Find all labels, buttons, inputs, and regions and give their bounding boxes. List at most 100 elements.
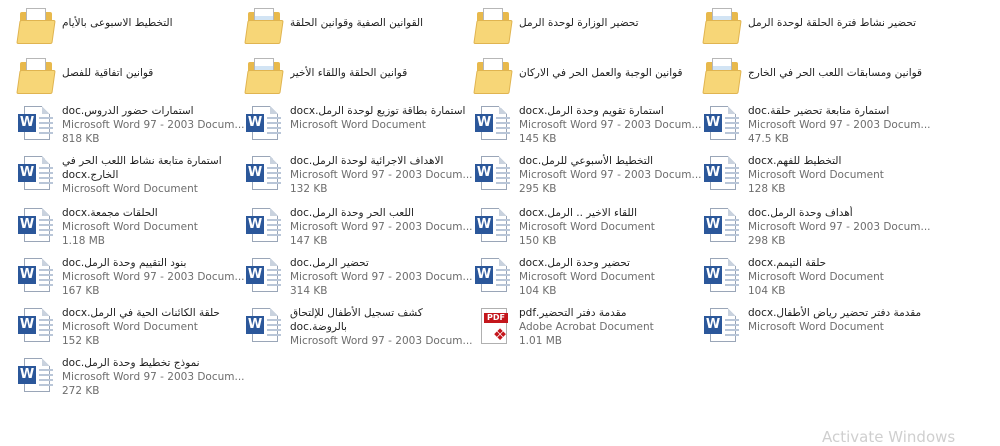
file-item[interactable]: W اللعب الحر وحدة الرمل.doc Microsoft Word… <box>246 206 474 254</box>
item-size: 1.18 MB <box>62 235 105 247</box>
item-name: استمارة متابعة نشاط اللعب الحر في الخارج… <box>62 155 222 181</box>
word-file-icon: W <box>475 154 511 198</box>
file-item[interactable]: W الحلقات مجمعة.docx Microsoft Word Docume… <box>18 206 246 254</box>
item-size: 145 KB <box>519 133 557 145</box>
file-item[interactable]: W اللقاء الاخير .. الرمل.docx Microsoft Wo… <box>475 206 703 254</box>
item-text: استمارات حضور الدروس.doc Microsoft Word 9… <box>62 104 246 146</box>
item-name: مقدمة دفتر التحضير.pdf <box>519 307 627 319</box>
word-file-icon: W <box>18 206 54 250</box>
item-text: القوانين الصفية وقوانين الحلقة <box>290 8 474 30</box>
item-text: قوانين اتفاقية للفصل <box>62 58 246 80</box>
folder-icon <box>16 58 56 102</box>
folder-item[interactable]: تحضير الوزارة لوحدة الرمل <box>473 8 703 56</box>
word-file-icon: W <box>704 104 740 148</box>
folder-item[interactable]: التخطيط الاسبوعى بالأيام <box>16 8 246 56</box>
item-type: Microsoft Word Document <box>519 221 655 233</box>
item-type: Adobe Acrobat Document <box>519 321 654 333</box>
file-item[interactable]: W التخطيط الأسبوعي للرمل.doc Microsoft Wor… <box>475 154 703 202</box>
word-file-icon: W <box>18 356 54 400</box>
file-item[interactable]: PDF ❖ مقدمة دفتر التحضير.pdf Adobe Acrobat … <box>475 306 703 354</box>
file-item[interactable]: W استمارة بطاقة توزيع لوحدة الرمل.docx Mic… <box>246 104 474 152</box>
item-text: حلقة الكائنات الحية في الرمل.docx Microso… <box>62 306 246 348</box>
activation-watermark: Activate Windows <box>822 428 956 446</box>
item-name: التخطيط الاسبوعى بالأيام <box>62 17 173 29</box>
file-item[interactable]: W حلقة الكائنات الحية في الرمل.docx Micros… <box>18 306 246 354</box>
item-size: 1.01 MB <box>519 335 562 347</box>
item-type: Microsoft Word Document <box>519 271 655 283</box>
file-item[interactable]: W الاهداف الاجرائية لوحدة الرمل.doc Micros… <box>246 154 474 202</box>
item-text: حلقة التيمم.docx Microsoft Word Document 1… <box>748 256 932 298</box>
folder-item[interactable]: قوانين اتفاقية للفصل <box>16 58 246 106</box>
folder-icon <box>473 58 513 102</box>
item-name: حلقة الكائنات الحية في الرمل.docx <box>62 307 220 319</box>
item-size: 818 KB <box>62 133 100 145</box>
item-text: استمارة متابعة نشاط اللعب الحر في الخارج… <box>62 154 246 196</box>
item-size: 147 KB <box>290 235 328 247</box>
item-type: Microsoft Word 97 - 2003 Docum... <box>290 221 473 233</box>
item-name: قوانين اتفاقية للفصل <box>62 67 154 79</box>
item-name: استمارة تقويم وحدة الرمل.docx <box>519 105 664 117</box>
item-size: 104 KB <box>748 285 786 297</box>
file-item[interactable]: W حلقة التيمم.docx Microsoft Word Document… <box>704 256 932 304</box>
folder-icon <box>473 8 513 52</box>
item-name: نموذج تخطيط وحدة الرمل.doc <box>62 357 200 369</box>
folder-item[interactable]: قوانين الوجبة والعمل الحر في الاركان <box>473 58 703 106</box>
item-name: استمارة بطاقة توزيع لوحدة الرمل.docx <box>290 105 466 117</box>
file-item[interactable]: W بنود التقييم وحدة الرمل.doc Microsoft Wo… <box>18 256 246 304</box>
folder-item[interactable]: تحضير نشاط فترة الحلقة لوحدة الرمل <box>702 8 932 56</box>
file-item[interactable]: W أهداف وحدة الرمل.doc Microsoft Word 97 -… <box>704 206 932 254</box>
item-name: قوانين الحلقة واللقاء الأخير <box>290 67 408 79</box>
item-text: التخطيط الأسبوعي للرمل.doc Microsoft Word… <box>519 154 703 196</box>
word-file-icon: W <box>246 206 282 250</box>
item-size: 152 KB <box>62 335 100 347</box>
folder-icon <box>702 58 742 102</box>
folder-item[interactable]: القوانين الصفية وقوانين الحلقة <box>244 8 474 56</box>
item-size: 104 KB <box>519 285 557 297</box>
item-text: تحضير الوزارة لوحدة الرمل <box>519 8 703 30</box>
item-name: بنود التقييم وحدة الرمل.doc <box>62 257 187 269</box>
item-type: Microsoft Word 97 - 2003 Docum... <box>290 271 473 283</box>
item-text: الاهداف الاجرائية لوحدة الرمل.doc Microso… <box>290 154 474 196</box>
file-item[interactable]: W استمارات حضور الدروس.doc Microsoft Word … <box>18 104 246 152</box>
word-file-icon: W <box>246 306 282 350</box>
word-file-icon: W <box>475 256 511 300</box>
item-type: Microsoft Word 97 - 2003 Docum... <box>62 119 245 131</box>
file-item[interactable]: W استمارة متابعة نشاط اللعب الحر في الخار… <box>18 154 246 202</box>
item-name: استمارات حضور الدروس.doc <box>62 105 194 117</box>
item-text: استمارة تقويم وحدة الرمل.docx Microsoft W… <box>519 104 703 146</box>
word-file-icon: W <box>704 256 740 300</box>
item-text: مقدمة دفتر التحضير.pdf Adobe Acrobat Docu… <box>519 306 703 348</box>
word-file-icon: W <box>475 104 511 148</box>
file-item[interactable]: W التخطيط للفهم.docx Microsoft Word Docume… <box>704 154 932 202</box>
folder-item[interactable]: قوانين ومسابقات اللعب الحر في الخارج <box>702 58 932 106</box>
item-type: Microsoft Word Document <box>62 321 198 333</box>
item-type: Microsoft Word 97 - 2003 Docum... <box>519 169 702 181</box>
item-size: 272 KB <box>62 385 100 397</box>
item-type: Microsoft Word Document <box>290 119 426 131</box>
item-size: 132 KB <box>290 183 328 195</box>
file-item[interactable]: W تحضير وحدة الرمل.docx Microsoft Word Doc… <box>475 256 703 304</box>
item-name: القوانين الصفية وقوانين الحلقة <box>290 17 424 29</box>
item-text: قوانين الوجبة والعمل الحر في الاركان <box>519 58 703 80</box>
item-text: اللعب الحر وحدة الرمل.doc Microsoft Word … <box>290 206 474 248</box>
file-item[interactable]: W نموذج تخطيط وحدة الرمل.doc Microsoft Wor… <box>18 356 246 404</box>
file-item[interactable]: W تحضير الرمل.doc Microsoft Word 97 - 2003… <box>246 256 474 304</box>
item-type: Microsoft Word 97 - 2003 Docum... <box>748 221 931 233</box>
item-text: استمارة متابعة تحضير حلقة.doc Microsoft W… <box>748 104 932 146</box>
item-text: نموذج تخطيط وحدة الرمل.doc Microsoft Word… <box>62 356 246 398</box>
file-item[interactable]: W كشف تسجيل الأطفال للإلتحاق بالروضة.doc M… <box>246 306 474 354</box>
item-text: التخطيط للفهم.docx Microsoft Word Documen… <box>748 154 932 196</box>
item-name: اللعب الحر وحدة الرمل.doc <box>290 207 414 219</box>
item-type: Microsoft Word Document <box>748 271 884 283</box>
file-item[interactable]: W استمارة متابعة تحضير حلقة.doc Microsoft … <box>704 104 932 152</box>
item-type: Microsoft Word 97 - 2003 Docum... <box>290 335 473 347</box>
item-name: استمارة متابعة تحضير حلقة.doc <box>748 105 890 117</box>
item-name: كشف تسجيل الأطفال للإلتحاق بالروضة.doc <box>290 307 423 333</box>
item-name: تحضير نشاط فترة الحلقة لوحدة الرمل <box>748 17 917 29</box>
item-size: 167 KB <box>62 285 100 297</box>
file-item[interactable]: W استمارة تقويم وحدة الرمل.docx Microsoft … <box>475 104 703 152</box>
folder-item[interactable]: قوانين الحلقة واللقاء الأخير <box>244 58 474 106</box>
item-text: استمارة بطاقة توزيع لوحدة الرمل.docx Micr… <box>290 104 474 132</box>
word-file-icon: W <box>18 256 54 300</box>
file-item[interactable]: W مقدمة دفتر تحضير رياض الأطفال.docx Micro… <box>704 306 932 354</box>
